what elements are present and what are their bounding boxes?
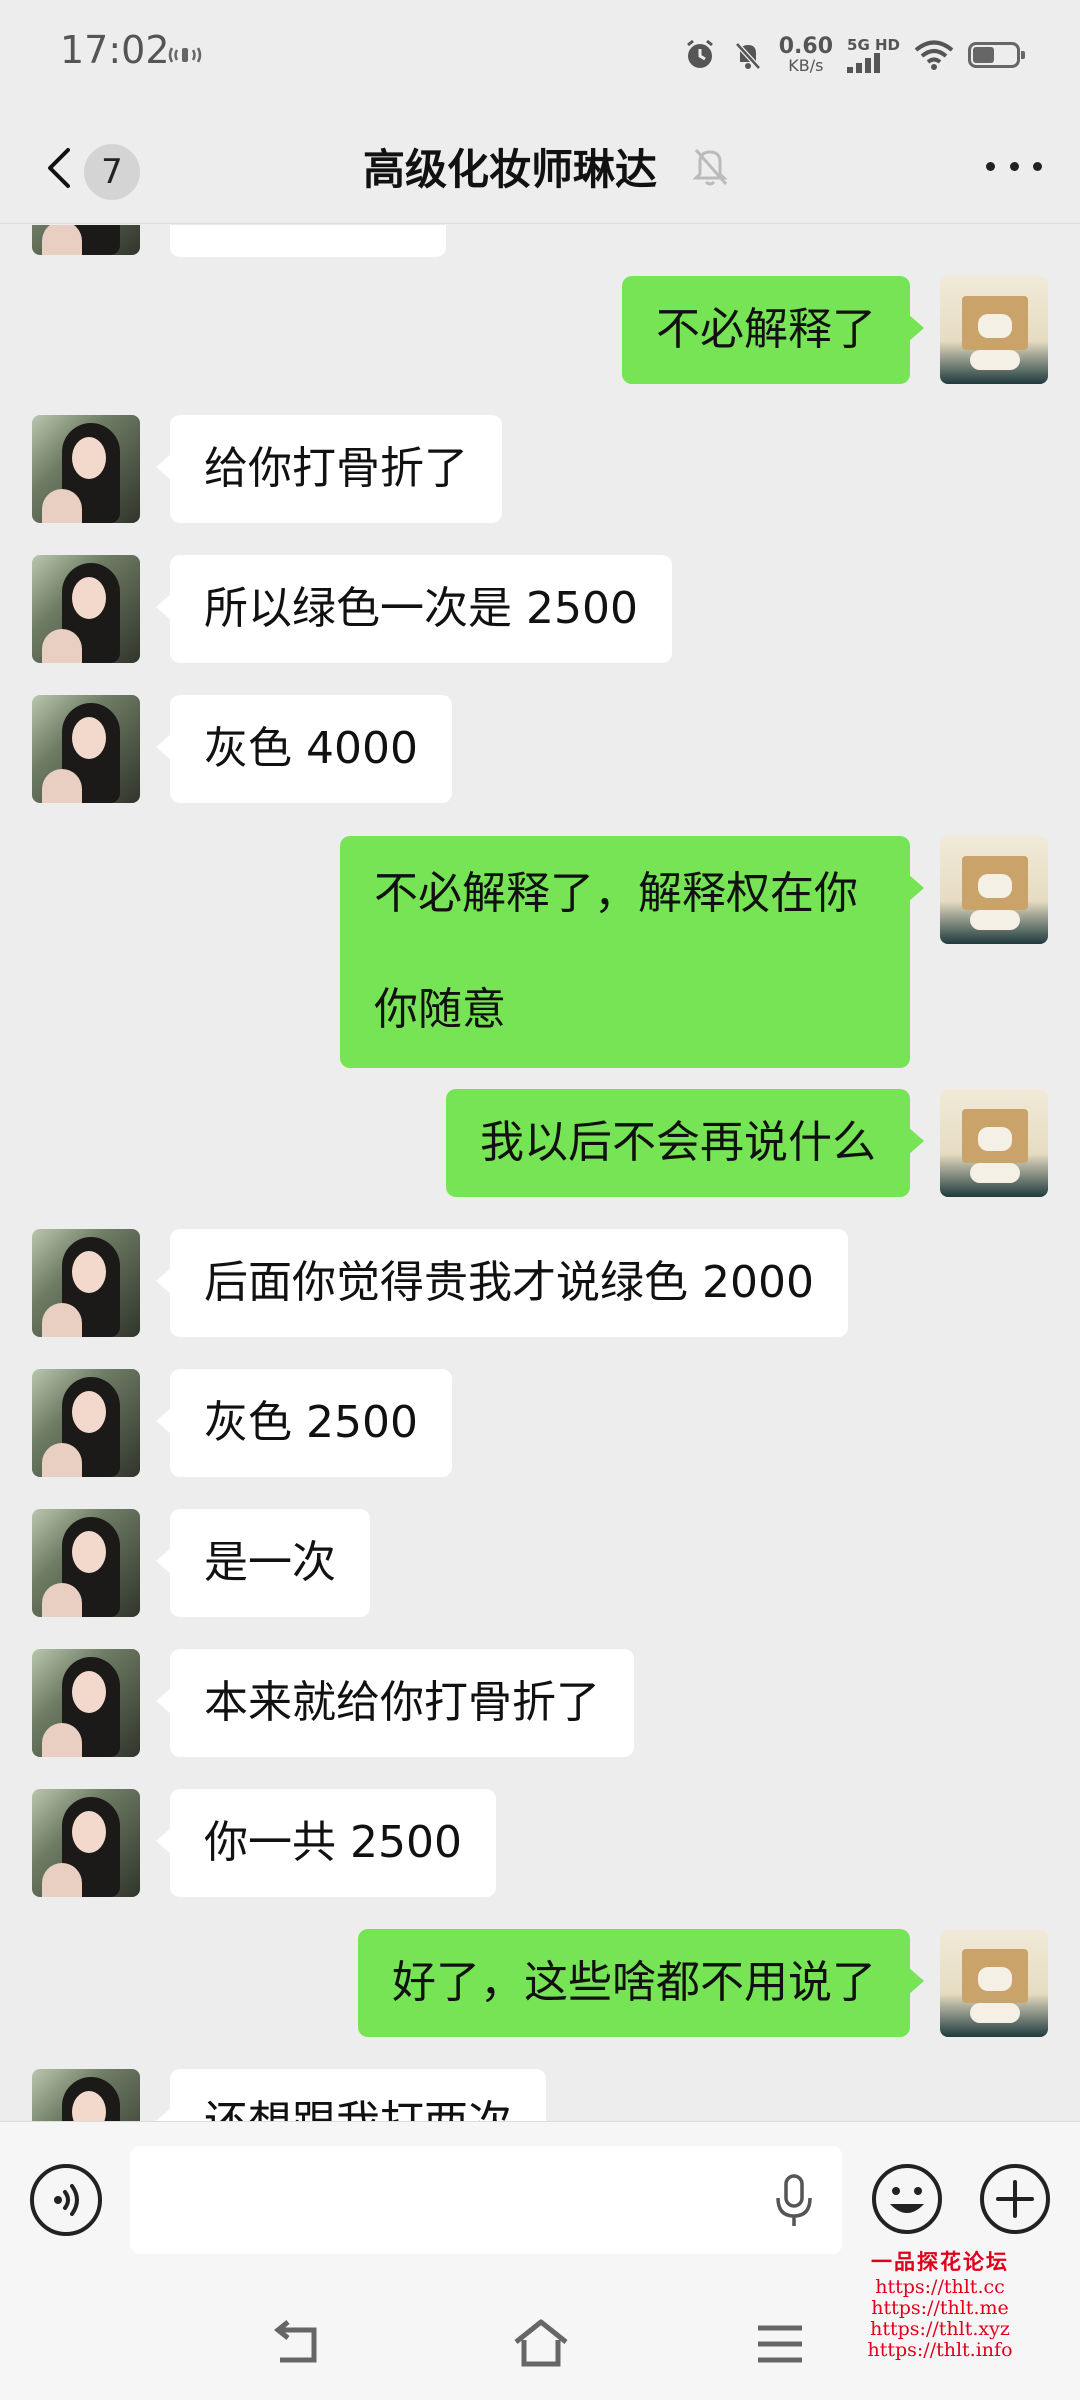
status-icons: 0.60 KB/s 5G HD — [683, 30, 1025, 80]
contact-avatar[interactable] — [32, 1649, 140, 1757]
message-bubble[interactable]: 给你打骨折了 — [156, 415, 502, 523]
my-avatar[interactable] — [940, 1089, 1048, 1197]
contact-avatar[interactable] — [32, 225, 140, 255]
mute-bell-icon — [734, 42, 761, 70]
contact-avatar[interactable] — [32, 555, 140, 663]
muted-bell-icon — [692, 149, 728, 186]
watermark-title: 一品探花论坛 — [871, 2249, 1009, 2274]
message-bubble[interactable]: 所以绿色一次是 2500 — [156, 555, 672, 663]
emoji-button-icon[interactable] — [870, 2162, 944, 2236]
message-bubble[interactable]: 不必解释了 — [622, 276, 924, 384]
watermark-link: https://thlt.xyz — [870, 2317, 1010, 2340]
watermark-link: https://thlt.cc — [875, 2276, 1005, 2299]
watermark-link: https://thlt.me — [871, 2296, 1009, 2319]
message-bubble[interactable]: 是一次 — [156, 1509, 370, 1617]
message-bubble[interactable] — [170, 225, 446, 257]
voice-wave-icon — [54, 2184, 79, 2216]
contact-avatar[interactable] — [32, 695, 140, 803]
voice-input-button[interactable] — [30, 2164, 102, 2236]
contact-avatar[interactable] — [32, 2069, 140, 2121]
contact-avatar[interactable] — [32, 415, 140, 523]
message-bubble[interactable]: 好了，这些啥都不用说了 — [358, 1929, 924, 2037]
battery-icon — [968, 42, 1025, 68]
message-bubble[interactable]: 我以后不会再说什么 — [446, 1089, 924, 1197]
wifi-icon — [914, 40, 954, 70]
battery-fill — [973, 47, 994, 63]
net-speed: 0.60 KB/s — [779, 36, 833, 74]
message-bubble[interactable]: 后面你觉得贵我才说绿色 2000 — [156, 1229, 848, 1337]
add-attachment-icon[interactable] — [978, 2162, 1052, 2236]
watermark-link: https://thlt.info — [867, 2338, 1013, 2361]
chat-header: 7 高级化妆师琳达 — [0, 112, 1080, 224]
more-dot-icon — [1033, 161, 1042, 171]
cell-signal: 5G HD — [847, 35, 900, 73]
message-bubble[interactable]: 你一共 2500 — [156, 1789, 496, 1897]
more-dot-icon — [1009, 161, 1019, 171]
net-speed-unit: KB/s — [788, 56, 824, 75]
contact-avatar[interactable] — [32, 1369, 140, 1477]
contact-avatar[interactable] — [32, 1229, 140, 1337]
nav-menu-icon[interactable] — [756, 2324, 804, 2364]
my-avatar[interactable] — [940, 836, 1048, 944]
microphone-icon[interactable] — [770, 2172, 818, 2228]
message-bubble[interactable]: 不必解释了，解释权在你你随意 — [340, 836, 924, 1068]
contact-avatar[interactable] — [32, 1789, 140, 1897]
my-avatar[interactable] — [940, 276, 1048, 384]
message-bubble[interactable]: 灰色 4000 — [156, 695, 452, 803]
vibrate-signal-icon — [168, 47, 202, 63]
status-time: 17:02 — [60, 28, 170, 72]
nav-back-icon[interactable] — [270, 2320, 326, 2368]
chat-title: 高级化妆师琳达 — [362, 145, 657, 194]
alarm-icon — [686, 39, 713, 68]
net-type: 5G HD — [847, 35, 900, 54]
my-avatar[interactable] — [940, 1929, 1048, 2037]
more-options-button[interactable] — [986, 148, 1042, 184]
forum-watermark: 一品探花论坛 https://thlt.cc https://thlt.me h… — [855, 2250, 1025, 2361]
status-bar: 17:02 0.60 KB/s 5G HD — [0, 0, 1080, 112]
nav-home-icon[interactable] — [512, 2318, 570, 2370]
message-bubble[interactable]: 还想跟我打两次 — [156, 2069, 546, 2121]
cell-signal-icon — [847, 52, 881, 73]
chat-message-list[interactable]: 不必解释了 给你打骨折了 所以绿色一次是 2500 灰色 4000 不必解释了，… — [0, 225, 1080, 2121]
contact-avatar[interactable] — [32, 1509, 140, 1617]
more-dot-icon — [986, 161, 995, 171]
message-input[interactable] — [130, 2146, 842, 2254]
message-bubble[interactable]: 灰色 2500 — [156, 1369, 452, 1477]
net-speed-value: 0.60 — [778, 34, 834, 59]
message-bubble[interactable]: 本来就给你打骨折了 — [156, 1649, 634, 1757]
